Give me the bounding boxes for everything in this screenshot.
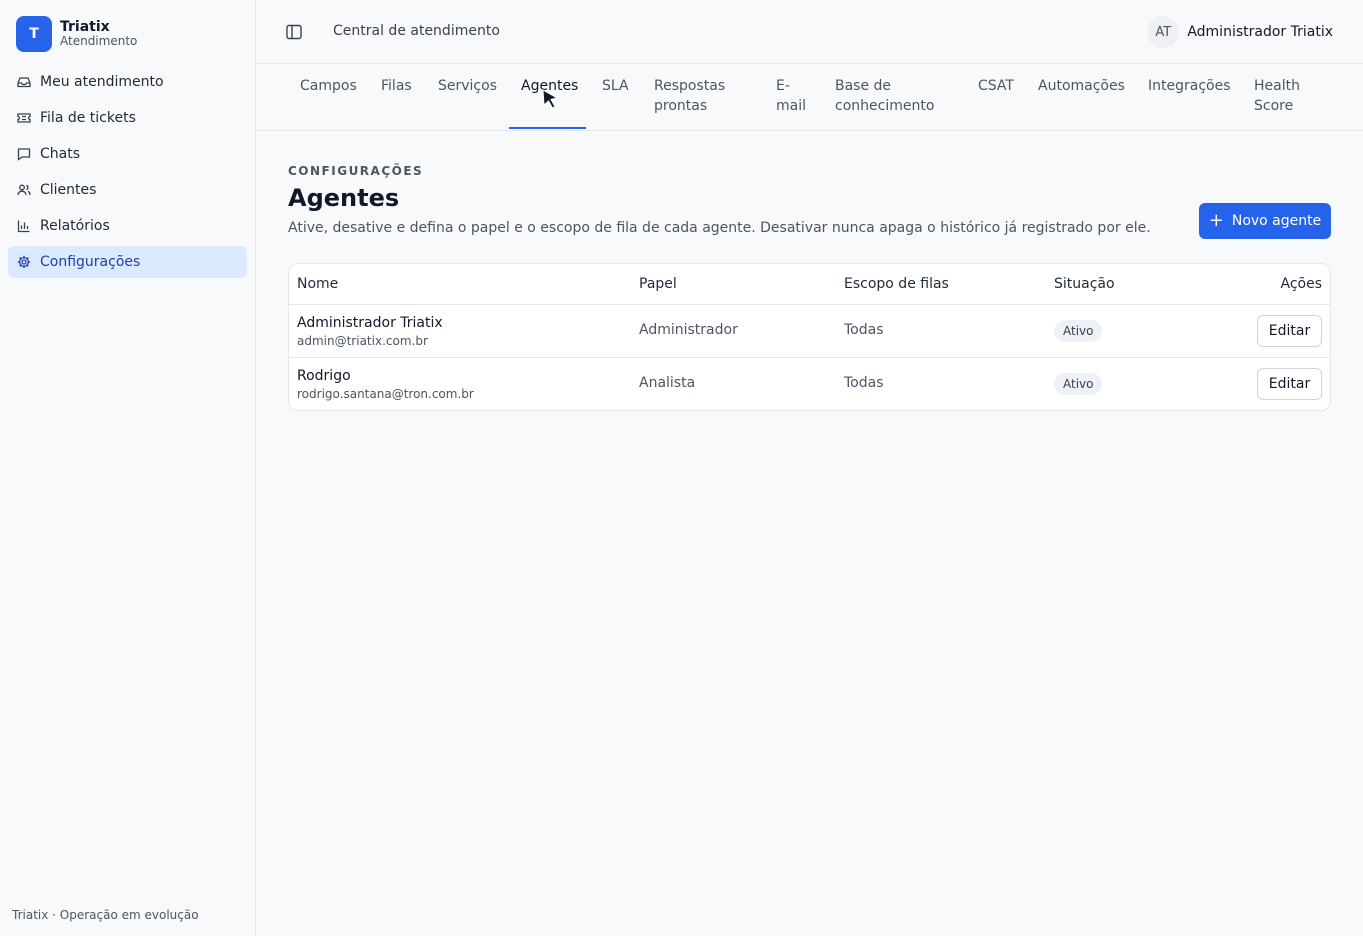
tab-base-de-conhecimento[interactable]: Base de conhecimento <box>835 76 950 116</box>
sidebar-item-configuracoes[interactable]: Configurações <box>8 246 247 278</box>
tab-campos[interactable]: Campos <box>300 76 357 96</box>
sidebar-item-label: Configurações <box>40 254 141 270</box>
agent-name: Administrador Triatix <box>297 315 443 331</box>
bar-chart-icon <box>17 220 30 233</box>
sidebar-toggle-icon[interactable] <box>284 22 304 42</box>
brand-name: Triatix <box>60 18 110 35</box>
tab-filas[interactable]: Filas <box>381 76 412 96</box>
plus-icon: + <box>1208 210 1224 231</box>
tab-integracoes[interactable]: Integrações <box>1148 76 1231 96</box>
user-name: Administrador Triatix <box>1187 24 1333 40</box>
table-header: Nome Papel Escopo de filas Situação Açõe… <box>289 264 1330 305</box>
sidebar-item-label: Meu atendimento <box>40 74 164 90</box>
agent-email: admin@triatix.com.br <box>297 334 428 348</box>
sidebar-footer: Triatix · Operação em evolução <box>12 908 199 922</box>
sidebar-item-chats[interactable]: Chats <box>8 138 247 170</box>
agent-role: Analista <box>639 375 696 391</box>
tab-sla[interactable]: SLA <box>602 76 629 96</box>
breadcrumb: Central de atendimento <box>333 23 500 39</box>
mouse-cursor-icon <box>542 89 559 109</box>
brand-subtitle: Atendimento <box>60 34 138 49</box>
tab-automacoes[interactable]: Automações <box>1038 76 1125 96</box>
avatar: AT <box>1147 16 1180 48</box>
chat-icon <box>17 148 31 161</box>
user-menu[interactable]: AT Administrador Triatix <box>1147 16 1333 48</box>
page-title: Agentes <box>288 184 400 212</box>
column-header-situacao: Situação <box>1054 276 1115 292</box>
brand[interactable]: T Triatix Atendimento <box>16 16 137 52</box>
sidebar-item-label: Relatórios <box>40 218 110 234</box>
settings-tabs: Campos Filas Serviços Agentes SLA Respos… <box>256 64 1363 131</box>
tab-servicos[interactable]: Serviços <box>438 76 497 96</box>
inbox-icon <box>17 77 31 88</box>
agent-scope: Todas <box>844 375 884 391</box>
agents-table: Nome Papel Escopo de filas Situação Açõe… <box>288 263 1331 411</box>
status-badge: Ativo <box>1054 320 1103 342</box>
users-icon <box>17 184 31 196</box>
sidebar: T Triatix Atendimento Meu atendimento Fi… <box>0 0 256 936</box>
ticket-icon <box>17 113 31 123</box>
edit-button[interactable]: Editar <box>1257 315 1322 347</box>
edit-button[interactable]: Editar <box>1257 368 1322 400</box>
sidebar-item-label: Clientes <box>40 182 97 198</box>
tab-health-score[interactable]: Health Score <box>1254 76 1314 116</box>
sidebar-item-fila-de-tickets[interactable]: Fila de tickets <box>8 102 247 134</box>
agent-scope: Todas <box>844 322 884 338</box>
page-eyebrow: CONFIGURAÇÕES <box>288 164 424 178</box>
agent-email: rodrigo.santana@tron.com.br <box>297 387 474 401</box>
new-agent-button-label: Novo agente <box>1231 213 1322 229</box>
table-row: Rodrigo rodrigo.santana@tron.com.br Anal… <box>289 358 1330 410</box>
agent-name: Rodrigo <box>297 368 351 384</box>
tab-email[interactable]: E-mail <box>776 76 810 116</box>
tab-respostas-prontas[interactable]: Respostas prontas <box>654 76 744 116</box>
gear-icon <box>17 255 31 269</box>
sidebar-item-label: Fila de tickets <box>40 110 136 126</box>
active-tab-indicator <box>509 127 586 129</box>
new-agent-button[interactable]: + Novo agente <box>1199 203 1331 239</box>
tab-csat[interactable]: CSAT <box>978 76 1014 96</box>
sidebar-item-relatorios[interactable]: Relatórios <box>8 210 247 242</box>
page-description: Ative, desative e defina o papel e o esc… <box>288 220 1151 236</box>
topbar: Central de atendimento AT Administrador … <box>256 0 1363 64</box>
brand-logo: T <box>16 16 52 52</box>
sidebar-nav: Meu atendimento Fila de tickets Chats Cl… <box>8 66 247 282</box>
sidebar-item-label: Chats <box>40 146 81 162</box>
column-header-papel: Papel <box>639 276 677 292</box>
column-header-nome: Nome <box>297 276 339 292</box>
table-row: Administrador Triatix admin@triatix.com.… <box>289 305 1330 358</box>
sidebar-item-meu-atendimento[interactable]: Meu atendimento <box>8 66 247 98</box>
status-badge: Ativo <box>1054 373 1103 395</box>
column-header-acoes: Ações <box>1280 276 1322 292</box>
sidebar-item-clientes[interactable]: Clientes <box>8 174 247 206</box>
column-header-escopo: Escopo de filas <box>844 276 949 292</box>
agent-role: Administrador <box>639 322 738 338</box>
brand-text: Triatix Atendimento <box>60 18 138 49</box>
